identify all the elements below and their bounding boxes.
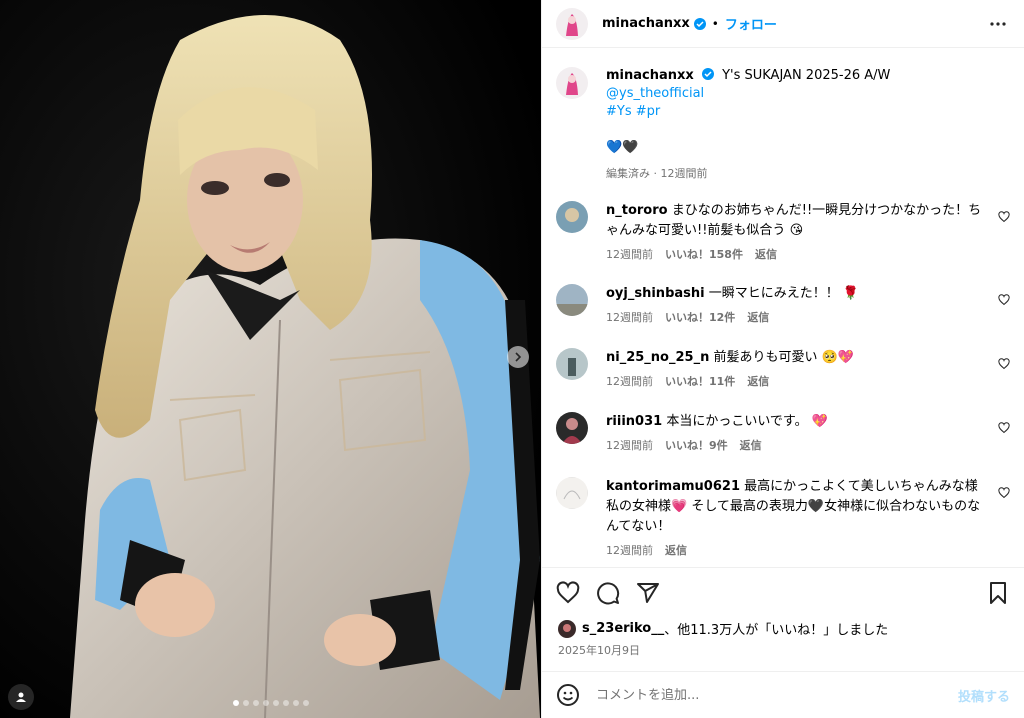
post-photo bbox=[0, 0, 541, 718]
commenter-username[interactable]: riiin031 bbox=[606, 414, 662, 429]
post-sidebar: minachanxx • フォロー minachanxx Y's SUKAJAN… bbox=[541, 0, 1024, 718]
comment-likes[interactable]: いいね！12件 bbox=[665, 308, 735, 328]
commenter-avatar[interactable] bbox=[556, 201, 588, 233]
comment-emoji: 💖 bbox=[811, 414, 828, 429]
post-header: minachanxx • フォロー bbox=[542, 0, 1024, 48]
reply-button[interactable]: 返信 bbox=[755, 245, 777, 265]
user-tag-icon bbox=[16, 692, 26, 702]
carousel-dots bbox=[0, 700, 541, 706]
caption-hearts: 💙🖤 bbox=[606, 140, 639, 155]
caption-hashtags[interactable]: #Ys #pr bbox=[606, 103, 890, 121]
verified-badge-icon bbox=[693, 17, 706, 30]
emoji-icon[interactable] bbox=[556, 683, 580, 707]
caption: minachanxx Y's SUKAJAN 2025-26 A/W @ys_t… bbox=[542, 49, 1024, 183]
comment-time: 12週間前 bbox=[606, 248, 653, 261]
comment-item: ni_25_no_25_n 前髪ありも可愛い 🥺💖 12週間前 いいね！11件 … bbox=[556, 348, 1010, 392]
comment-time: 12週間前 bbox=[606, 375, 653, 388]
heart-icon[interactable] bbox=[998, 211, 1010, 223]
comment-emoji: 🌹 bbox=[842, 286, 860, 301]
carousel-dot bbox=[272, 700, 279, 706]
chevron-right-icon bbox=[515, 352, 522, 362]
comment-likes[interactable]: いいね！158件 bbox=[665, 245, 743, 265]
comment-input[interactable] bbox=[596, 687, 958, 703]
heart-icon[interactable] bbox=[998, 294, 1010, 306]
share-icon[interactable] bbox=[636, 581, 660, 605]
reply-button[interactable]: 返信 bbox=[665, 541, 687, 561]
author-username[interactable]: minachanxx bbox=[602, 16, 690, 31]
comment-composer: 投稿する bbox=[542, 671, 1024, 718]
carousel-dot bbox=[262, 700, 269, 706]
commenter-username[interactable]: n_tororo bbox=[606, 203, 668, 218]
commenter-avatar[interactable] bbox=[556, 412, 588, 444]
carousel-dot bbox=[292, 700, 299, 706]
caption-text: Y's SUKAJAN 2025-26 A/W bbox=[722, 68, 891, 83]
verified-badge-icon bbox=[701, 68, 714, 80]
commenter-username[interactable]: ni_25_no_25_n bbox=[606, 350, 709, 365]
carousel-dot bbox=[252, 700, 259, 706]
carousel-dot bbox=[242, 700, 249, 706]
post-date: 2025年10月9日 bbox=[558, 644, 640, 657]
commenter-username[interactable]: oyj_shinbashi bbox=[606, 286, 705, 301]
reply-button[interactable]: 返信 bbox=[747, 308, 769, 328]
post-comment-button[interactable]: 投稿する bbox=[958, 686, 1010, 705]
carousel-next-button[interactable] bbox=[507, 346, 529, 368]
reply-button[interactable]: 返信 bbox=[740, 436, 762, 456]
commenter-username[interactable]: kantorimamu0621 bbox=[606, 479, 740, 494]
more-options-button[interactable] bbox=[986, 12, 1010, 36]
commenter-avatar[interactable] bbox=[556, 348, 588, 380]
comment-item: oyj_shinbashi 一瞬マヒにみえた！！ 🌹 12週間前 いいね！12件… bbox=[556, 284, 1010, 328]
comment-time: 12週間前 bbox=[606, 439, 653, 452]
photo-image bbox=[0, 0, 541, 718]
heart-icon[interactable] bbox=[998, 358, 1010, 370]
comment-emoji: 🥺💖 bbox=[821, 350, 855, 365]
liker-username[interactable]: s_23eriko__ bbox=[582, 621, 664, 636]
likes-summary-text: 、他11.3万人が「いいね！」しました bbox=[664, 623, 889, 638]
comments-scroll[interactable]: minachanxx Y's SUKAJAN 2025-26 A/W @ys_t… bbox=[542, 49, 1024, 567]
heart-icon[interactable] bbox=[998, 487, 1010, 499]
carousel-dot bbox=[302, 700, 309, 706]
more-options-icon bbox=[990, 21, 1006, 26]
caption-username[interactable]: minachanxx bbox=[606, 68, 694, 83]
action-bar bbox=[542, 567, 1024, 617]
comment-text: 前髪ありも可愛い bbox=[713, 350, 818, 365]
carousel-dot bbox=[282, 700, 289, 706]
user-tag-button[interactable] bbox=[8, 684, 34, 710]
comment-icon[interactable] bbox=[596, 581, 620, 605]
liker-avatar bbox=[558, 619, 576, 638]
comment-emoji: 😘 bbox=[789, 223, 804, 238]
commenter-avatar[interactable] bbox=[556, 284, 588, 316]
comment-item: kantorimamu0621 最高にかっこよくて美しいちゃんみな様私の女神様💗… bbox=[556, 477, 1010, 561]
comment-time: 12週間前 bbox=[606, 544, 653, 557]
comment-text: 一瞬マヒにみえた！！ bbox=[708, 286, 839, 301]
author-avatar[interactable] bbox=[556, 7, 588, 40]
comment-likes[interactable]: いいね！9件 bbox=[665, 436, 728, 456]
reply-button[interactable]: 返信 bbox=[747, 372, 769, 392]
follow-button[interactable]: フォロー bbox=[725, 14, 777, 33]
comment-item: riiin031 本当にかっこいいです。 💖 12週間前 いいね！9件 返信 bbox=[556, 412, 1010, 456]
heart-icon[interactable] bbox=[998, 422, 1010, 434]
heart-icon[interactable] bbox=[556, 581, 580, 605]
bookmark-icon[interactable] bbox=[986, 581, 1010, 605]
caption-mention[interactable]: @ys_theofficial bbox=[606, 85, 890, 103]
carousel-dot bbox=[232, 700, 239, 706]
comment-likes[interactable]: いいね！11件 bbox=[665, 372, 735, 392]
comment-text: 本当にかっこいいです。 bbox=[666, 414, 808, 429]
author-avatar[interactable] bbox=[556, 67, 588, 99]
commenter-avatar[interactable] bbox=[556, 477, 588, 509]
likes-summary[interactable]: s_23eriko__ 、他11.3万人が「いいね！」しました bbox=[558, 619, 888, 638]
caption-meta: 編集済み · 12週間前 bbox=[606, 167, 708, 180]
comment-time: 12週間前 bbox=[606, 311, 653, 324]
comment-item: n_tororo まひなのお姉ちゃんだ!!一瞬見分けつかなかった！ちゃんみな可愛… bbox=[556, 201, 1010, 265]
separator: • bbox=[711, 16, 719, 31]
